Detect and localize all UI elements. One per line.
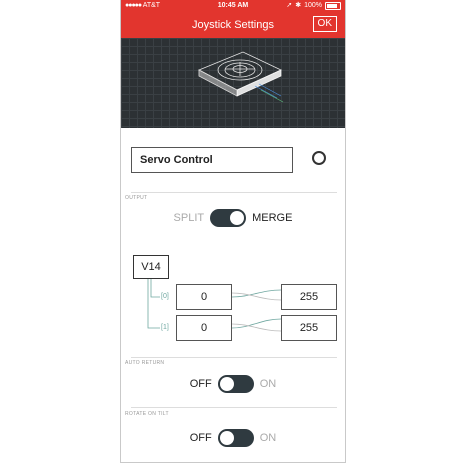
switch-knob xyxy=(219,377,234,391)
auto-return-section-label: AUTO RETURN xyxy=(125,360,165,366)
off-label: OFF xyxy=(189,432,212,444)
off-label: OFF xyxy=(189,378,212,390)
divider xyxy=(131,357,337,358)
phone-screen: ●●●●● AT&T 10:45 AM ➚ ✱ 100% Joystick Se… xyxy=(120,0,346,463)
auto-return-switch[interactable] xyxy=(217,375,254,393)
max-value-input[interactable]: 255 xyxy=(281,315,337,341)
divider xyxy=(131,407,337,408)
rotate-on-tilt-toggle-row: OFF ON xyxy=(121,428,345,448)
switch-knob xyxy=(219,431,234,445)
on-label: ON xyxy=(259,432,277,444)
min-value-input[interactable]: 0 xyxy=(176,284,232,310)
rotate-on-tilt-section-label: ROTATE ON TILT xyxy=(125,411,169,417)
on-label: ON xyxy=(259,378,277,390)
row-index: [0] xyxy=(161,293,169,300)
row-index: [1] xyxy=(161,324,169,331)
max-value-input[interactable]: 255 xyxy=(281,284,337,310)
auto-return-toggle-row: OFF ON xyxy=(121,374,345,394)
rotate-on-tilt-switch[interactable] xyxy=(217,429,254,447)
virtual-pin-selector[interactable]: V14 xyxy=(133,255,169,279)
min-value-input[interactable]: 0 xyxy=(176,315,232,341)
